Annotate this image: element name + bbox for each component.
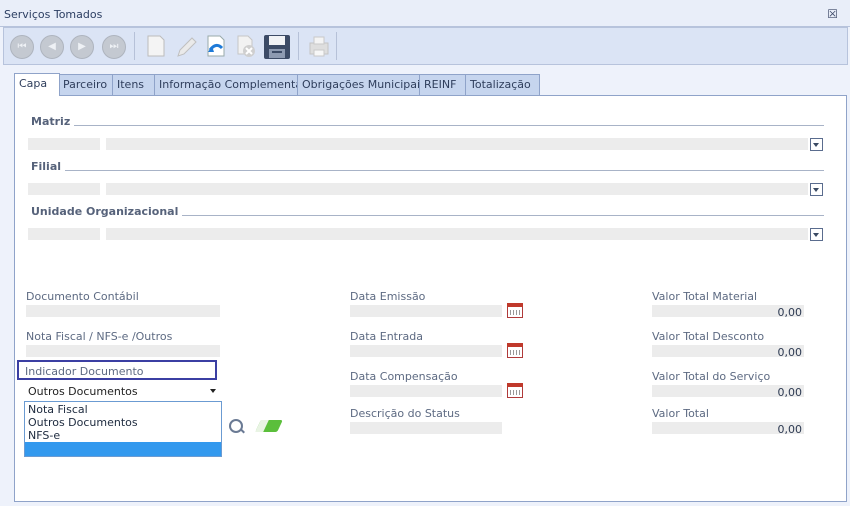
valor-total-value: 0,00	[777, 423, 803, 436]
matriz-code-input[interactable]	[28, 138, 100, 150]
dropdown-option-nota-fiscal[interactable]: Nota Fiscal	[28, 403, 88, 416]
tab-totalizacao[interactable]: Totalização	[465, 74, 540, 95]
dropdown-option-nfs-e[interactable]: NFS-e	[28, 429, 60, 442]
indicador-documento-value: Outros Documentos	[28, 385, 138, 398]
data-entrada-input[interactable]	[350, 345, 502, 357]
valor-total-material-label: Valor Total Material	[652, 290, 758, 303]
undo-icon[interactable]	[204, 34, 228, 58]
tab-reinf[interactable]: REINF	[419, 74, 467, 95]
documento-contabil-input[interactable]	[26, 305, 220, 317]
toolbar-separator	[134, 32, 135, 60]
unidade-name-select[interactable]	[106, 228, 808, 240]
descricao-status-label: Descrição do Status	[350, 407, 460, 420]
matriz-name-select[interactable]	[106, 138, 808, 150]
data-emissao-label: Data Emissão	[350, 290, 426, 303]
close-icon[interactable]: ☒	[827, 7, 838, 21]
chevron-down-icon[interactable]	[210, 389, 216, 393]
valor-total-servico-label: Valor Total do Serviço	[652, 370, 771, 383]
valor-total-label: Valor Total	[652, 407, 709, 420]
section-matriz: Matriz	[31, 115, 75, 128]
matriz-dropdown-icon[interactable]	[810, 138, 823, 151]
previous-record-icon[interactable]: ◀	[40, 35, 64, 59]
filial-dropdown-icon[interactable]	[810, 183, 823, 196]
next-record-icon[interactable]: ▶	[70, 35, 94, 59]
calendar-icon[interactable]	[507, 383, 523, 398]
unidade-code-input[interactable]	[28, 228, 100, 240]
section-divider	[172, 215, 824, 216]
tab-obrigacoes-municipais[interactable]: Obrigações Municipais	[297, 74, 426, 95]
new-document-icon[interactable]	[144, 34, 168, 58]
first-record-icon[interactable]: ⏮	[10, 35, 34, 59]
tab-capa[interactable]: Capa	[14, 73, 60, 96]
data-compensacao-input[interactable]	[350, 385, 502, 397]
valor-total-material-value: 0,00	[777, 306, 803, 319]
calendar-icon[interactable]	[507, 343, 523, 358]
edit-icon[interactable]	[174, 34, 198, 58]
tab-itens[interactable]: Itens	[112, 74, 156, 95]
section-divider	[62, 170, 824, 171]
section-divider	[70, 125, 824, 126]
documento-contabil-label: Documento Contábil	[26, 290, 139, 303]
dropdown-selection-highlight[interactable]	[25, 442, 221, 456]
descricao-status-input[interactable]	[350, 422, 502, 434]
section-filial: Filial	[31, 160, 66, 173]
data-compensacao-label: Data Compensação	[350, 370, 458, 383]
unidade-dropdown-icon[interactable]	[810, 228, 823, 241]
calendar-icon[interactable]	[507, 303, 523, 318]
filial-name-select[interactable]	[106, 183, 808, 195]
valor-total-desconto-value: 0,00	[777, 346, 803, 359]
indicador-documento-label: Indicador Documento	[25, 365, 144, 378]
nota-fiscal-input[interactable]	[26, 345, 220, 357]
section-unidade-organizacional: Unidade Organizacional	[31, 205, 183, 218]
print-icon[interactable]	[306, 34, 330, 58]
indicador-documento-select[interactable]: Outros Documentos	[24, 383, 220, 399]
save-icon[interactable]	[263, 34, 290, 59]
delete-icon[interactable]	[234, 34, 258, 58]
search-icon[interactable]	[229, 419, 243, 433]
title-bar: Serviços Tomados ☒	[0, 0, 850, 27]
toolbar-separator	[298, 32, 299, 60]
dropdown-option-outros-documentos[interactable]: Outros Documentos	[28, 416, 138, 429]
nota-fiscal-label: Nota Fiscal / NFS-e /Outros	[26, 330, 173, 343]
last-record-icon[interactable]: ⏭	[102, 35, 126, 59]
window-title: Serviços Tomados	[4, 8, 103, 21]
valor-total-servico-value: 0,00	[777, 386, 803, 399]
toolbar: ⏮ ◀ ▶ ⏭	[3, 27, 848, 65]
filial-code-input[interactable]	[28, 183, 100, 195]
valor-total-desconto-label: Valor Total Desconto	[652, 330, 765, 343]
tab-informacao-complementar[interactable]: Informação Complementar	[154, 74, 307, 95]
indicador-documento-dropdown: Nota Fiscal Outros Documentos NFS-e	[24, 401, 222, 457]
toolbar-separator	[336, 32, 337, 60]
tab-parceiro[interactable]: Parceiro	[58, 74, 114, 95]
data-entrada-label: Data Entrada	[350, 330, 423, 343]
data-emissao-input[interactable]	[350, 305, 502, 317]
